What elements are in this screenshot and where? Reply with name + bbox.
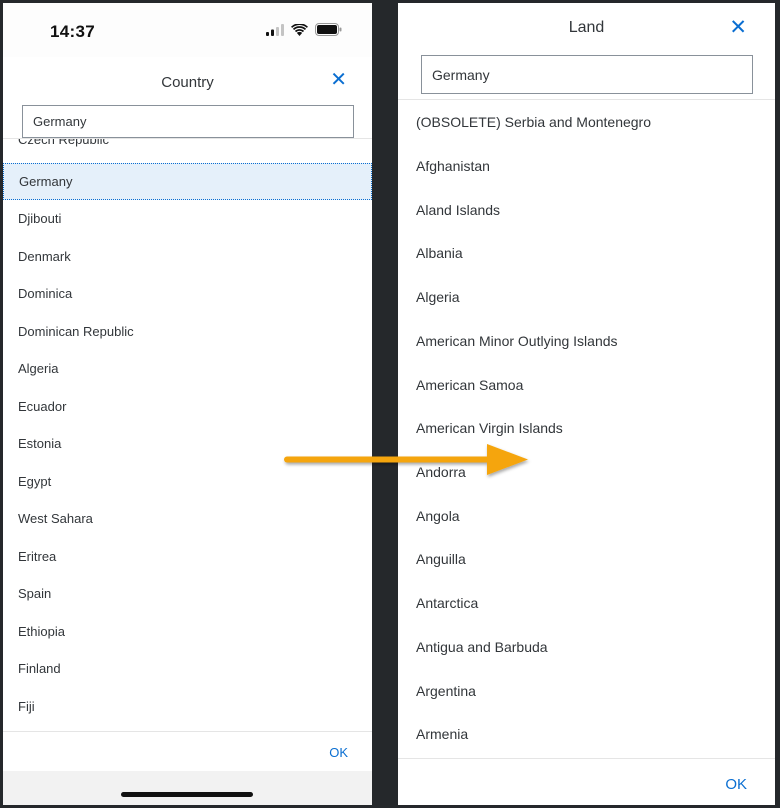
list-item[interactable]: (OBSOLETE) Serbia and Montenegro <box>398 100 775 144</box>
dialog-title: Land <box>568 19 605 36</box>
list-item[interactable]: Armenia <box>398 712 775 756</box>
search-input[interactable]: Germany <box>22 105 354 138</box>
country-list[interactable]: (OBSOLETE) Serbia and Montenegro Afghani… <box>398 99 775 759</box>
ok-button[interactable]: OK <box>329 745 348 760</box>
status-bar: 14:37 <box>3 3 372 57</box>
list-item[interactable]: Estonia <box>3 425 372 462</box>
land-dialog-right: Land ✕ Germany (OBSOLETE) Serbia and Mon… <box>398 3 775 805</box>
list-item[interactable]: Albania <box>398 231 775 275</box>
dialog-footer: OK <box>398 758 775 805</box>
list-item[interactable]: Argentina <box>398 669 775 713</box>
dialog-header: Land <box>398 3 775 51</box>
search-input[interactable]: Germany <box>421 55 753 94</box>
close-icon[interactable]: ✕ <box>729 17 747 38</box>
list-item[interactable]: Afghanistan <box>398 144 775 188</box>
dialog-footer: OK <box>3 731 372 772</box>
ok-button[interactable]: OK <box>725 776 747 793</box>
list-item[interactable]: Denmark <box>3 238 372 275</box>
list-item[interactable]: Czech Republic <box>3 139 372 150</box>
list-item[interactable]: Finland <box>3 650 372 687</box>
list-item[interactable]: American Minor Outlying Islands <box>398 319 775 363</box>
list-item[interactable]: Algeria <box>398 275 775 319</box>
list-item[interactable]: Aland Islands <box>398 188 775 232</box>
list-item[interactable]: Ecuador <box>3 388 372 425</box>
home-indicator[interactable] <box>121 792 253 797</box>
list-item[interactable]: Egypt <box>3 463 372 500</box>
list-item[interactable]: Dominica <box>3 275 372 312</box>
list-item[interactable]: American Samoa <box>398 363 775 407</box>
list-item[interactable]: Ethiopia <box>3 613 372 650</box>
list-item[interactable]: Antarctica <box>398 581 775 625</box>
list-item[interactable]: American Virgin Islands <box>398 406 775 450</box>
list-item[interactable]: Eritrea <box>3 538 372 575</box>
list-item[interactable]: Fiji <box>3 688 372 725</box>
cellular-signal-icon <box>266 23 284 36</box>
close-icon[interactable]: ✕ <box>330 70 347 90</box>
list-item[interactable]: West Sahara <box>3 500 372 537</box>
wifi-icon <box>291 23 308 36</box>
list-item[interactable]: Antigua and Barbuda <box>398 625 775 669</box>
country-list[interactable]: Czech Republic Germany Djibouti Denmark … <box>3 138 372 731</box>
country-dialog-left: 14:37 Country ✕ Germany Czech Republic G… <box>3 3 372 805</box>
list-item-selected[interactable]: Germany <box>3 163 372 200</box>
list-item[interactable]: Anguilla <box>398 537 775 581</box>
list-item[interactable]: Algeria <box>3 350 372 387</box>
dialog-header: Country <box>3 57 372 105</box>
home-indicator-area <box>3 771 372 805</box>
list-item[interactable]: Andorra <box>398 450 775 494</box>
battery-icon <box>315 23 342 36</box>
status-time: 14:37 <box>50 22 95 41</box>
list-item[interactable]: Angola <box>398 494 775 538</box>
list-item[interactable]: Dominican Republic <box>3 313 372 350</box>
dialog-title: Country <box>161 74 214 91</box>
status-icons <box>266 23 342 36</box>
list-item[interactable]: Spain <box>3 575 372 612</box>
list-item[interactable]: Djibouti <box>3 200 372 237</box>
